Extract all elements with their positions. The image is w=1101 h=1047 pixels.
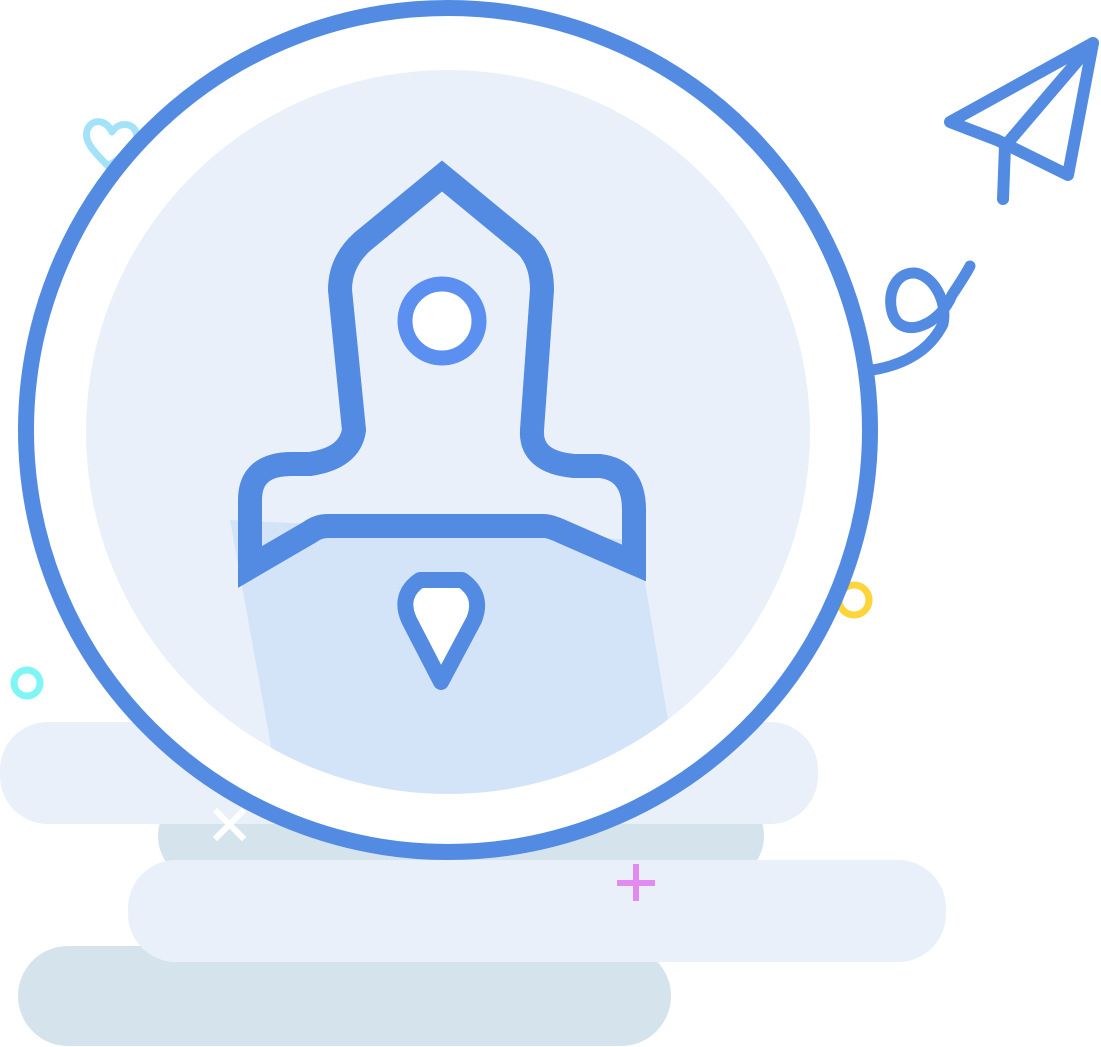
ring-icon: [10, 666, 44, 700]
illustration-canvas: [0, 0, 1099, 1046]
loop-doodle-icon: [866, 260, 976, 376]
rocket-illustration: [0, 0, 1101, 1047]
cloud-band-light-lower: [128, 860, 946, 962]
paper-plane-icon: [944, 37, 1099, 205]
rocket-porthole: [397, 276, 487, 366]
